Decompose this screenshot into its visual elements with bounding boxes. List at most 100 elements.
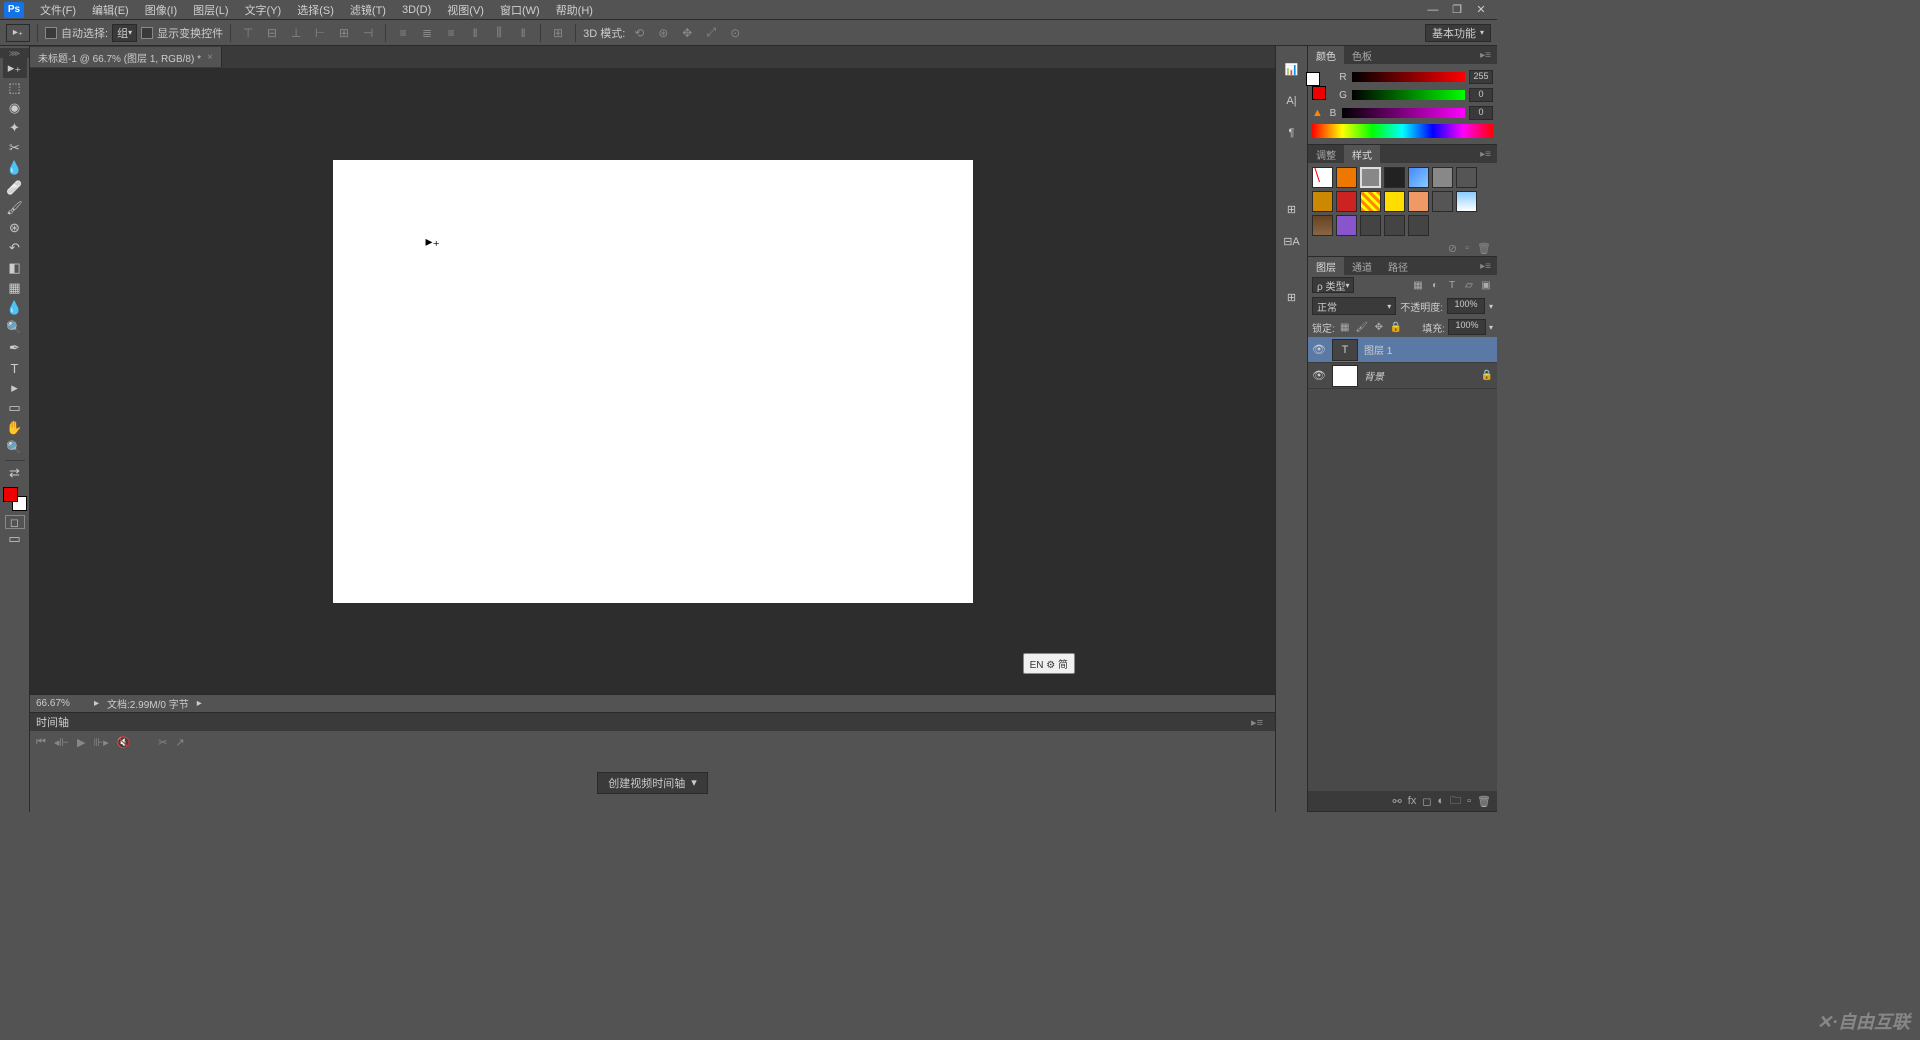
menu-3d[interactable]: 3D(D) bbox=[394, 2, 439, 18]
style-swatch[interactable] bbox=[1408, 191, 1429, 212]
align-hcenter-icon[interactable]: ⊞ bbox=[334, 24, 354, 42]
dist-hcenter-icon[interactable]: ⫼ bbox=[489, 24, 509, 42]
create-video-timeline-button[interactable]: 创建视频时间轴▾ bbox=[597, 772, 708, 794]
style-swatch[interactable] bbox=[1336, 215, 1357, 236]
link-layers-icon[interactable]: ⚯ bbox=[1393, 795, 1402, 808]
timeline-next-frame-icon[interactable]: ⊪▸ bbox=[93, 736, 108, 749]
dist-top-icon[interactable]: ≡ bbox=[393, 24, 413, 42]
align-left-icon[interactable]: ⊢ bbox=[310, 24, 330, 42]
filter-shape-icon[interactable]: ▱ bbox=[1462, 278, 1476, 292]
3d-slide-icon[interactable]: ⤢ bbox=[701, 24, 721, 42]
layer-filter-kind[interactable]: ρ 类型 bbox=[1312, 277, 1354, 293]
dodge-tool[interactable]: 🔍 bbox=[3, 318, 27, 338]
new-layer-icon[interactable]: ▫ bbox=[1467, 795, 1471, 807]
zoom-tool[interactable]: 🔍 bbox=[3, 438, 27, 458]
style-swatch[interactable] bbox=[1360, 191, 1381, 212]
timeline-mute-icon[interactable]: 🔇 bbox=[117, 736, 131, 749]
panel-fg-color[interactable] bbox=[1312, 86, 1326, 100]
blend-mode-select[interactable]: 正常 bbox=[1312, 297, 1396, 315]
lock-position-icon[interactable]: ✥ bbox=[1372, 320, 1386, 334]
timeline-menu-icon[interactable]: ▸≡ bbox=[1245, 716, 1269, 729]
dist-right-icon[interactable]: ‖ bbox=[513, 24, 533, 42]
timeline-split-icon[interactable]: ✂ bbox=[158, 736, 167, 749]
menu-filter[interactable]: 滤镜(T) bbox=[342, 0, 394, 20]
layer-name[interactable]: 图层 1 bbox=[1364, 342, 1392, 357]
eyedropper-tool[interactable]: 💧 bbox=[3, 158, 27, 178]
color-swatch[interactable] bbox=[3, 487, 27, 511]
menu-file[interactable]: 文件(F) bbox=[32, 0, 84, 20]
tab-layers[interactable]: 图层 bbox=[1308, 257, 1344, 276]
history-brush-tool[interactable]: ↶ bbox=[3, 238, 27, 258]
style-swatch[interactable] bbox=[1432, 191, 1453, 212]
character-panel-icon[interactable]: A| bbox=[1282, 92, 1302, 110]
style-swatch[interactable] bbox=[1360, 167, 1381, 188]
style-swatch[interactable] bbox=[1408, 167, 1429, 188]
tab-channels[interactable]: 通道 bbox=[1344, 257, 1380, 276]
3d-pan-icon[interactable]: ✥ bbox=[677, 24, 697, 42]
layer-thumbnail[interactable] bbox=[1332, 365, 1358, 387]
menu-layer[interactable]: 图层(L) bbox=[185, 0, 236, 20]
menu-select[interactable]: 选择(S) bbox=[289, 0, 342, 20]
auto-align-icon[interactable]: ⊞ bbox=[548, 24, 568, 42]
b-value[interactable]: 0 bbox=[1469, 106, 1493, 120]
move-tool[interactable]: ▸₊ bbox=[3, 58, 27, 78]
tab-styles[interactable]: 样式 bbox=[1344, 145, 1380, 164]
style-swatch[interactable]: ⧵ bbox=[1312, 167, 1333, 188]
3d-zoom-icon[interactable]: ⊙ bbox=[725, 24, 745, 42]
tab-color[interactable]: 颜色 bbox=[1308, 46, 1344, 65]
menu-image[interactable]: 图像(I) bbox=[137, 0, 185, 20]
foreground-color[interactable] bbox=[3, 487, 18, 502]
clone-stamp-tool[interactable]: ⊛ bbox=[3, 218, 27, 238]
adjustment-layer-icon[interactable]: ◐ bbox=[1437, 795, 1444, 807]
color-panel-menu-icon[interactable]: ▸≡ bbox=[1474, 50, 1497, 61]
r-slider[interactable] bbox=[1352, 72, 1465, 82]
layer-visibility-icon[interactable]: 👁 bbox=[1312, 343, 1326, 356]
dist-bottom-icon[interactable]: ≡ bbox=[441, 24, 461, 42]
gradient-tool[interactable]: ▦ bbox=[3, 278, 27, 298]
healing-brush-tool[interactable]: 🩹 bbox=[3, 178, 27, 198]
style-swatch[interactable] bbox=[1408, 215, 1429, 236]
window-maximize-icon[interactable]: ❐ bbox=[1445, 2, 1469, 18]
align-top-icon[interactable]: ⊤ bbox=[238, 24, 258, 42]
brush-tool[interactable]: 🖌 bbox=[3, 198, 27, 218]
toolbar-collapse-icon[interactable]: ⋙ bbox=[0, 48, 29, 58]
auto-select-checkbox[interactable] bbox=[45, 27, 57, 39]
crop-tool[interactable]: ✂ bbox=[3, 138, 27, 158]
paragraph-panel-icon[interactable]: ¶ bbox=[1282, 124, 1302, 142]
timeline-prev-frame-icon[interactable]: ◂⊩ bbox=[54, 736, 69, 749]
delete-style-icon[interactable]: 🗑 bbox=[1477, 242, 1491, 255]
style-swatch[interactable] bbox=[1384, 167, 1405, 188]
histogram-icon[interactable]: 📊 bbox=[1282, 60, 1302, 78]
clear-style-icon[interactable]: ⊘ bbox=[1448, 242, 1457, 255]
menu-help[interactable]: 帮助(H) bbox=[548, 0, 601, 20]
character-styles-icon[interactable]: ⊞ bbox=[1282, 200, 1302, 218]
dist-left-icon[interactable]: ‖ bbox=[465, 24, 485, 42]
g-value[interactable]: 0 bbox=[1469, 88, 1493, 102]
marquee-tool[interactable]: ⬚ bbox=[3, 78, 27, 98]
g-slider[interactable] bbox=[1352, 90, 1465, 100]
current-tool-icon[interactable]: ▸₊ bbox=[6, 24, 30, 42]
show-transform-checkbox[interactable] bbox=[141, 27, 153, 39]
type-tool[interactable]: T bbox=[3, 358, 27, 378]
style-swatch[interactable] bbox=[1384, 215, 1405, 236]
lock-image-icon[interactable]: 🖌 bbox=[1355, 320, 1369, 334]
lock-transparent-icon[interactable]: ▦ bbox=[1338, 320, 1352, 334]
layer-item[interactable]: 👁 背景 🔒 bbox=[1308, 363, 1497, 389]
color-ramp[interactable] bbox=[1312, 124, 1493, 138]
menu-edit[interactable]: 编辑(E) bbox=[84, 0, 137, 20]
style-swatch[interactable] bbox=[1336, 167, 1357, 188]
style-swatch[interactable] bbox=[1384, 191, 1405, 212]
blur-tool[interactable]: 💧 bbox=[3, 298, 27, 318]
menu-window[interactable]: 窗口(W) bbox=[492, 0, 548, 20]
layer-group-icon[interactable]: 🗀 bbox=[1450, 792, 1461, 811]
zoom-level[interactable]: 66.67% bbox=[36, 698, 86, 709]
style-swatch[interactable] bbox=[1336, 191, 1357, 212]
canvas[interactable]: ▸₊ bbox=[333, 160, 973, 603]
styles-panel-menu-icon[interactable]: ▸≡ bbox=[1474, 149, 1497, 160]
tab-swatches[interactable]: 色板 bbox=[1344, 46, 1380, 65]
lasso-tool[interactable]: ◉ bbox=[3, 98, 27, 118]
style-swatch[interactable] bbox=[1312, 191, 1333, 212]
close-tab-icon[interactable]: × bbox=[207, 52, 213, 63]
timeline-play-icon[interactable]: ▶ bbox=[77, 736, 85, 749]
menu-type[interactable]: 文字(Y) bbox=[237, 0, 290, 20]
